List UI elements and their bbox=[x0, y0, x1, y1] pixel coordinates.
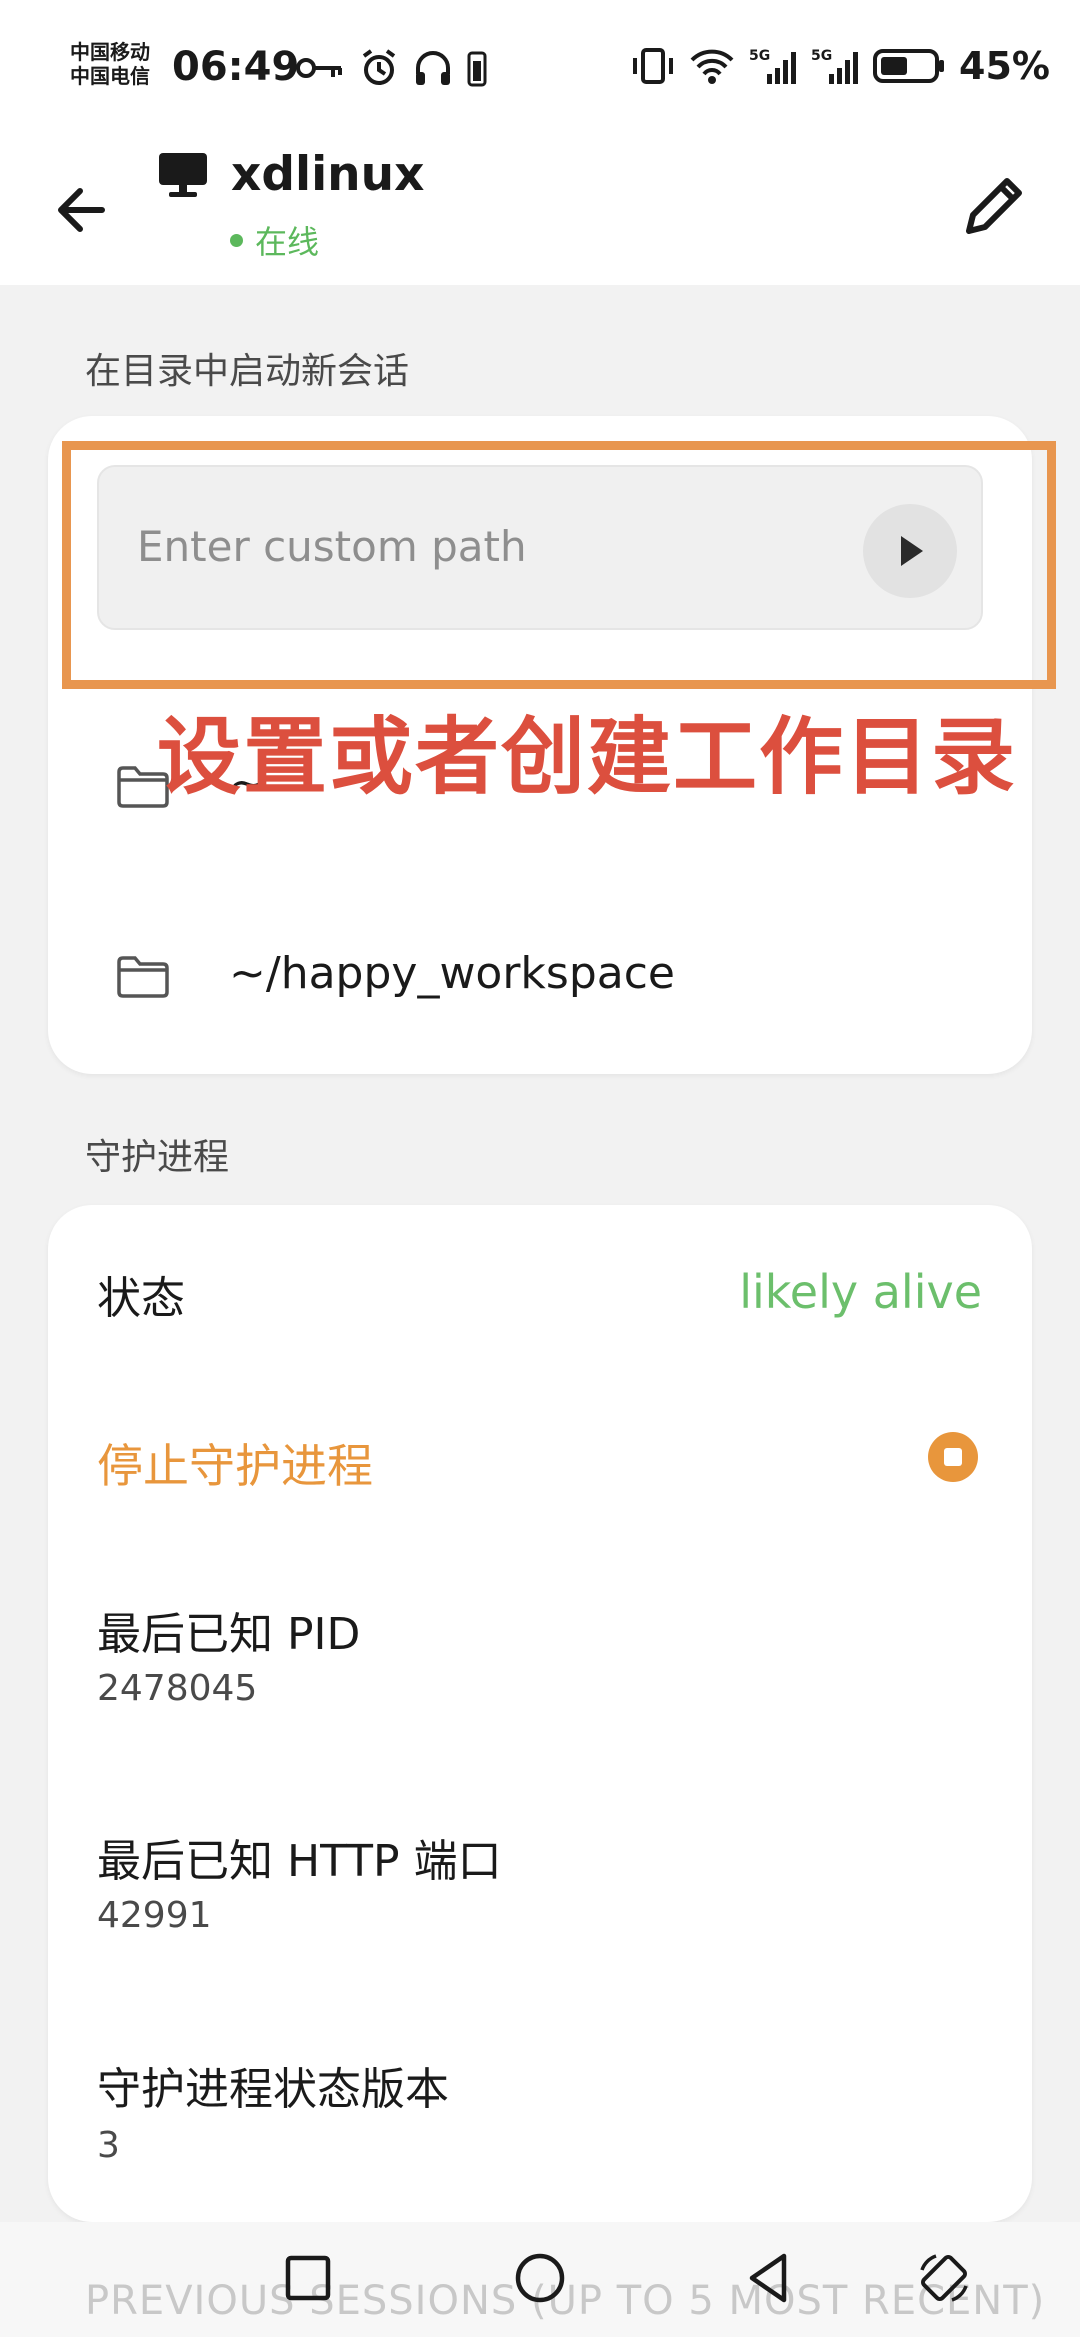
app-bar: xdlinux 在线 bbox=[0, 135, 1080, 285]
headphones-icon bbox=[416, 51, 450, 85]
state-version-label: 守护进程状态版本 bbox=[97, 2064, 449, 2115]
stop-daemon-label: 停止守护进程 bbox=[97, 1439, 373, 1493]
new-session-section-label: 在目录中启动新会话 bbox=[85, 351, 410, 392]
daemon-status-label: 状态 bbox=[97, 1273, 185, 1324]
signal-5g-icon: 5G bbox=[811, 48, 859, 84]
http-port-label: 最后已知 HTTP 端口 bbox=[97, 1836, 502, 1887]
svg-text:5G: 5G bbox=[749, 48, 770, 64]
recents-button[interactable] bbox=[278, 2248, 338, 2308]
pid-value: 2478045 bbox=[97, 1668, 258, 1709]
status-time: 06:49 bbox=[172, 44, 300, 90]
headphone-battery-icon bbox=[467, 51, 487, 87]
pid-label: 最后已知 PID bbox=[97, 1609, 361, 1660]
home-button[interactable] bbox=[510, 2248, 570, 2308]
alarm-icon bbox=[362, 49, 396, 85]
battery-percent: 45% bbox=[959, 44, 1050, 88]
rotate-button[interactable] bbox=[914, 2248, 974, 2308]
edit-pencil-icon[interactable] bbox=[955, 165, 1035, 245]
online-status: 在线 bbox=[230, 217, 319, 263]
back-arrow-icon[interactable] bbox=[50, 175, 120, 245]
battery-icon bbox=[873, 49, 945, 83]
annotation-text: 设置或者创建工作目录 bbox=[157, 708, 1018, 806]
status-icons-right: 5G 5G 45% bbox=[631, 44, 1050, 88]
page-title: xdlinux bbox=[155, 147, 424, 202]
back-button[interactable] bbox=[740, 2248, 800, 2308]
online-dot bbox=[230, 233, 243, 247]
machine-header: xdlinux bbox=[155, 147, 424, 202]
key-icon bbox=[296, 58, 342, 78]
status-icons-left bbox=[295, 48, 487, 88]
carrier-1: 中国移动 bbox=[70, 40, 150, 64]
stop-icon bbox=[928, 1432, 978, 1482]
svg-text:5G: 5G bbox=[811, 48, 832, 64]
annotation-highlight-box bbox=[62, 441, 1056, 689]
vibrate-icon bbox=[633, 48, 674, 84]
state-version-value: 3 bbox=[97, 2125, 120, 2166]
online-status-label: 在线 bbox=[255, 223, 320, 261]
carrier-info: 中国移动 中国电信 bbox=[70, 40, 150, 88]
folder-label: ~/happy_workspace bbox=[229, 948, 675, 999]
status-bar: 中国移动 中国电信 06:49 5G 5G 45% bbox=[0, 0, 1080, 135]
signal-5g-icon: 5G bbox=[749, 48, 797, 84]
machine-name: xdlinux bbox=[231, 147, 425, 202]
carrier-2: 中国电信 bbox=[70, 64, 150, 88]
folder-item-happy-workspace[interactable]: ~/happy_workspace bbox=[115, 948, 675, 1000]
http-port-value: 42991 bbox=[97, 1895, 212, 1936]
daemon-section-label: 守护进程 bbox=[85, 1137, 230, 1178]
wifi-icon bbox=[690, 49, 734, 84]
folder-icon bbox=[117, 956, 169, 998]
daemon-status-value: likely alive bbox=[739, 1265, 982, 1319]
computer-icon bbox=[159, 152, 207, 197]
